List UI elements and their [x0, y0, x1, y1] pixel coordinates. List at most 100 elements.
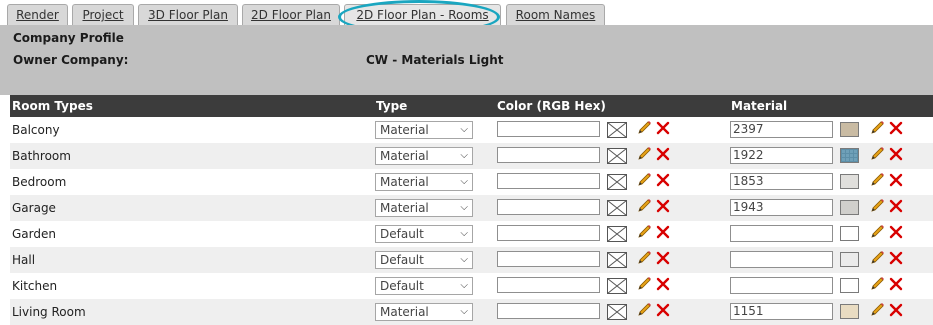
- close-icon[interactable]: [888, 120, 904, 136]
- close-icon[interactable]: [655, 302, 671, 318]
- envelope-icon[interactable]: [607, 226, 627, 242]
- pencil-icon[interactable]: [869, 250, 885, 266]
- tab-room-names[interactable]: Room Names: [506, 4, 605, 25]
- envelope-icon[interactable]: [607, 122, 627, 138]
- pencil-icon[interactable]: [636, 120, 652, 136]
- type-select[interactable]: Material ⌵: [375, 147, 473, 165]
- material-input[interactable]: 2397: [730, 121, 833, 138]
- material-swatch[interactable]: [840, 174, 859, 189]
- envelope-icon[interactable]: [607, 174, 627, 190]
- close-icon[interactable]: [888, 172, 904, 188]
- chevron-down-icon: ⌵: [460, 228, 468, 239]
- tab-3d-floor-plan[interactable]: 3D Floor Plan: [138, 4, 238, 25]
- material-input[interactable]: 1922: [730, 147, 833, 164]
- close-icon[interactable]: [888, 224, 904, 240]
- material-input[interactable]: 1943: [730, 199, 833, 216]
- material-swatch[interactable]: [840, 226, 859, 241]
- material-input[interactable]: [730, 277, 833, 294]
- company-profile-title: Company Profile: [13, 31, 124, 45]
- chevron-down-icon: ⌵: [460, 124, 468, 135]
- color-hex-input[interactable]: [497, 147, 600, 163]
- type-select[interactable]: Default ⌵: [375, 225, 473, 243]
- close-icon[interactable]: [655, 250, 671, 266]
- close-icon[interactable]: [888, 302, 904, 318]
- material-input[interactable]: [730, 225, 833, 242]
- close-icon[interactable]: [655, 120, 671, 136]
- chevron-down-icon: ⌵: [460, 176, 468, 187]
- close-icon[interactable]: [655, 172, 671, 188]
- room-type-name: Hall: [12, 253, 36, 267]
- material-swatch[interactable]: [840, 304, 859, 319]
- pencil-icon[interactable]: [869, 198, 885, 214]
- color-hex-input[interactable]: [497, 251, 600, 267]
- pencil-icon[interactable]: [869, 172, 885, 188]
- pencil-icon[interactable]: [636, 250, 652, 266]
- pencil-icon[interactable]: [869, 302, 885, 318]
- pencil-icon[interactable]: [636, 276, 652, 292]
- envelope-icon[interactable]: [607, 252, 627, 268]
- type-select-value: Material: [380, 175, 429, 189]
- pencil-icon[interactable]: [636, 224, 652, 240]
- close-icon[interactable]: [888, 276, 904, 292]
- color-hex-input[interactable]: [497, 121, 600, 137]
- pencil-icon[interactable]: [869, 224, 885, 240]
- material-swatch[interactable]: [840, 252, 859, 267]
- table-row: Garden Default ⌵: [10, 221, 933, 247]
- envelope-icon[interactable]: [607, 278, 627, 294]
- color-hex-input[interactable]: [497, 225, 600, 241]
- material-swatch[interactable]: [840, 122, 859, 137]
- table-row: Bathroom Material ⌵ 1922: [10, 143, 933, 169]
- color-hex-input[interactable]: [497, 277, 600, 293]
- close-icon[interactable]: [888, 198, 904, 214]
- material-input[interactable]: 1853: [730, 173, 833, 190]
- close-icon[interactable]: [655, 146, 671, 162]
- type-select[interactable]: Material ⌵: [375, 173, 473, 191]
- pencil-icon[interactable]: [869, 146, 885, 162]
- room-type-name: Bathroom: [12, 149, 71, 163]
- material-swatch[interactable]: [840, 278, 859, 293]
- envelope-icon[interactable]: [607, 200, 627, 216]
- company-profile-panel: Company Profile Owner Company: CW - Mate…: [0, 25, 933, 95]
- type-select[interactable]: Default ⌵: [375, 251, 473, 269]
- close-icon[interactable]: [888, 250, 904, 266]
- envelope-icon[interactable]: [607, 148, 627, 164]
- pencil-icon[interactable]: [869, 120, 885, 136]
- type-select-value: Default: [380, 253, 424, 267]
- room-type-name: Living Room: [12, 305, 86, 319]
- close-icon[interactable]: [655, 276, 671, 292]
- table-row: Garage Material ⌵ 1943: [10, 195, 933, 221]
- type-select-value: Default: [380, 279, 424, 293]
- room-type-name: Garage: [12, 201, 56, 215]
- table-row: Living Room Material ⌵ 1151: [10, 299, 933, 325]
- material-input[interactable]: 1151: [730, 303, 833, 320]
- chevron-down-icon: ⌵: [460, 254, 468, 265]
- header-type: Type: [376, 99, 408, 113]
- chevron-down-icon: ⌵: [460, 306, 468, 317]
- type-select[interactable]: Material ⌵: [375, 303, 473, 321]
- pencil-icon[interactable]: [636, 172, 652, 188]
- room-type-name: Balcony: [12, 123, 60, 137]
- material-swatch[interactable]: [840, 200, 859, 215]
- tab-project[interactable]: Project: [72, 4, 134, 25]
- close-icon[interactable]: [655, 224, 671, 240]
- color-hex-input[interactable]: [497, 303, 600, 319]
- material-swatch[interactable]: [840, 148, 859, 163]
- pencil-icon[interactable]: [636, 302, 652, 318]
- tab-render[interactable]: Render: [7, 4, 68, 25]
- material-input[interactable]: [730, 251, 833, 268]
- pencil-icon[interactable]: [636, 146, 652, 162]
- pencil-icon[interactable]: [869, 276, 885, 292]
- header-room-types: Room Types: [12, 99, 93, 113]
- pencil-icon[interactable]: [636, 198, 652, 214]
- type-select[interactable]: Material ⌵: [375, 199, 473, 217]
- color-hex-input[interactable]: [497, 199, 600, 215]
- envelope-icon[interactable]: [607, 304, 627, 320]
- room-type-name: Bedroom: [12, 175, 67, 189]
- close-icon[interactable]: [888, 146, 904, 162]
- tab-2d-floor-plan-rooms[interactable]: 2D Floor Plan - Rooms: [344, 4, 501, 26]
- type-select[interactable]: Material ⌵: [375, 121, 473, 139]
- color-hex-input[interactable]: [497, 173, 600, 189]
- tab-2d-floor-plan[interactable]: 2D Floor Plan: [242, 4, 340, 25]
- type-select[interactable]: Default ⌵: [375, 277, 473, 295]
- close-icon[interactable]: [655, 198, 671, 214]
